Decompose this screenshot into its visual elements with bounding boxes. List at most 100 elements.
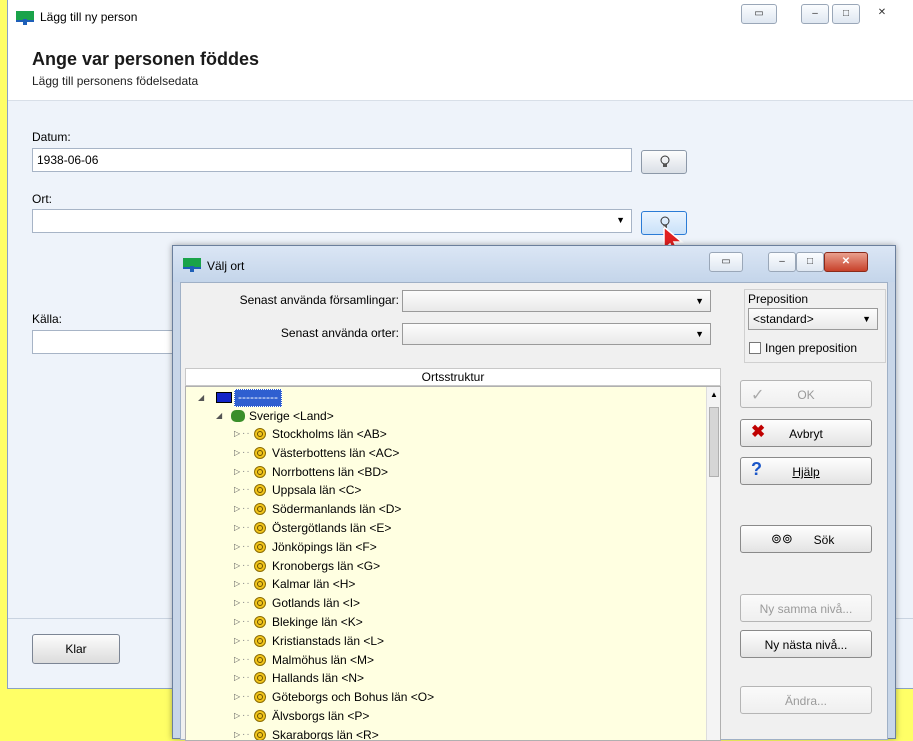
- window-layout-icon: ▭: [721, 256, 731, 267]
- county-icon: [254, 597, 266, 610]
- date-lookup-button[interactable]: [641, 150, 687, 174]
- tree-connector: ··: [242, 597, 251, 609]
- county-icon: [254, 672, 266, 685]
- county-icon: [254, 634, 266, 647]
- no-preposition-label: Ingen preposition: [765, 341, 858, 355]
- expand-triangle-icon[interactable]: ▷: [234, 632, 240, 650]
- close-button[interactable]: ✕: [868, 4, 896, 24]
- tree-connector: ··: [242, 616, 251, 627]
- edit-button[interactable]: Ändra...: [740, 686, 872, 714]
- tree-county-label: Södermanlands län <D>: [272, 502, 402, 517]
- expand-triangle-icon[interactable]: ▷: [234, 519, 240, 537]
- county-icon: [254, 653, 266, 666]
- county-icon: [254, 691, 266, 704]
- expand-triangle-icon[interactable]: ▷: [234, 557, 240, 575]
- expand-triangle-icon[interactable]: ▷: [234, 444, 240, 462]
- preposition-combobox[interactable]: <standard> ▼: [748, 308, 878, 330]
- maximize-button[interactable]: □: [832, 4, 860, 24]
- preposition-group-label: Preposition: [748, 292, 809, 306]
- recent-parishes-combobox[interactable]: ▼: [402, 290, 711, 312]
- tree-connector: ··: [242, 522, 251, 533]
- county-icon: [254, 540, 266, 553]
- new-next-level-label: Ny nästa nivå...: [764, 638, 848, 652]
- dialog-layout-button[interactable]: ▭: [709, 252, 743, 272]
- flag-icon: [216, 392, 232, 403]
- tree-county-label: Kalmar län <H>: [272, 577, 356, 592]
- expand-triangle-icon[interactable]: ▷: [234, 463, 240, 481]
- county-icon: [254, 465, 266, 478]
- minimize-icon: –: [779, 256, 785, 267]
- scroll-thumb[interactable]: [709, 407, 719, 477]
- tree-connector: ··: [242, 446, 251, 458]
- cancel-label: Avbryt: [789, 427, 823, 441]
- page-title: Ange var personen föddes: [32, 49, 260, 69]
- dialog-close-button[interactable]: ✕: [824, 252, 868, 272]
- lightbulb-icon: [660, 155, 670, 167]
- tree-county-label: Hallands län <N>: [272, 671, 365, 686]
- new-same-level-button[interactable]: Ny samma nivå...: [740, 594, 872, 622]
- date-field[interactable]: 1938-06-06: [32, 148, 632, 172]
- restore-layout-button[interactable]: ▭: [741, 4, 777, 24]
- tree-connector: ··: [242, 691, 251, 703]
- collapse-triangle-icon: ◢: [198, 393, 205, 402]
- maximize-icon: □: [842, 8, 850, 19]
- county-icon: [254, 578, 266, 591]
- expand-triangle-icon[interactable]: ▷: [234, 651, 240, 669]
- tree-county-label: Gotlands län <I>: [272, 596, 361, 611]
- chevron-down-icon: ▼: [695, 296, 704, 306]
- minimize-button[interactable]: –: [801, 4, 829, 24]
- ok-button[interactable]: ✓ OK: [740, 380, 872, 408]
- tree-county-label: Norrbottens län <BD>: [272, 464, 389, 479]
- tree-connector: ··: [242, 540, 251, 552]
- county-icon: [254, 616, 266, 628]
- place-tree-header: Ortsstruktur: [185, 368, 721, 386]
- close-icon: ✕: [877, 7, 887, 18]
- expand-triangle-icon[interactable]: ▷: [234, 669, 240, 687]
- source-field[interactable]: [32, 330, 182, 354]
- page-header: Ange var personen föddes Lägg till perso…: [8, 34, 913, 101]
- expand-triangle-icon[interactable]: ▷: [234, 594, 240, 612]
- close-icon: ✕: [841, 256, 851, 267]
- expand-triangle-icon[interactable]: ▷: [234, 707, 240, 725]
- chevron-down-icon: ▼: [695, 329, 704, 339]
- dialog-title: Välj ort: [207, 259, 245, 273]
- recent-parishes-label: Senast använda församlingar:: [239, 293, 399, 307]
- scroll-up-icon[interactable]: ▲: [710, 390, 718, 399]
- chevron-down-icon: ▼: [616, 215, 625, 225]
- place-combobox[interactable]: ▼: [32, 209, 632, 233]
- expand-triangle-icon[interactable]: ▷: [234, 538, 240, 556]
- county-icon: [254, 446, 266, 459]
- tree-app-icon: [16, 11, 34, 25]
- tree-county-label: Jönköpings län <F>: [272, 539, 377, 554]
- expand-triangle-icon[interactable]: ▷: [234, 575, 240, 593]
- tree-county-label: Stockholms län <AB>: [272, 427, 387, 441]
- expand-triangle-icon[interactable]: ▷: [234, 688, 240, 706]
- place-label: Ort:: [32, 192, 52, 206]
- main-title-bar: Lägg till ny person ▭ – □ ✕: [8, 0, 913, 34]
- recent-places-combobox[interactable]: ▼: [402, 323, 711, 345]
- place-tree[interactable]: ◢ ---------- ◢ Sverige <Land> ▷ ·· Stockho…: [185, 386, 721, 741]
- tree-connector: ··: [242, 484, 251, 496]
- expand-triangle-icon[interactable]: ▷: [234, 481, 240, 499]
- cancel-button[interactable]: ✖ Avbryt: [740, 419, 872, 447]
- search-label: Sök: [813, 533, 835, 547]
- search-button[interactable]: ⊚⊚ Sök: [740, 525, 872, 553]
- dialog-maximize-button[interactable]: □: [796, 252, 824, 272]
- expand-triangle-icon[interactable]: ▷: [234, 500, 240, 518]
- done-button[interactable]: Klar: [32, 634, 120, 664]
- expand-triangle-icon[interactable]: ▷: [234, 425, 240, 443]
- dialog-minimize-button[interactable]: –: [768, 252, 796, 272]
- tree-connector: ··: [242, 578, 251, 590]
- main-window-title: Lägg till ny person: [40, 10, 138, 24]
- tree-county-label: Östergötlands län <E>: [272, 521, 392, 535]
- no-preposition-checkbox[interactable]: [749, 342, 761, 354]
- new-next-level-button[interactable]: Ny nästa nivå...: [740, 630, 872, 658]
- expand-triangle-icon[interactable]: ▷: [234, 613, 240, 631]
- chevron-down-icon: ▼: [862, 314, 871, 324]
- source-label: Källa:: [32, 312, 63, 326]
- preposition-value: <standard>: [753, 312, 814, 326]
- tree-scrollbar[interactable]: ▲: [706, 387, 720, 740]
- tree-connector: ··: [242, 653, 251, 665]
- help-button[interactable]: ? Hjälp: [740, 457, 872, 485]
- tree-county-label: Kronobergs län <G>: [272, 558, 381, 573]
